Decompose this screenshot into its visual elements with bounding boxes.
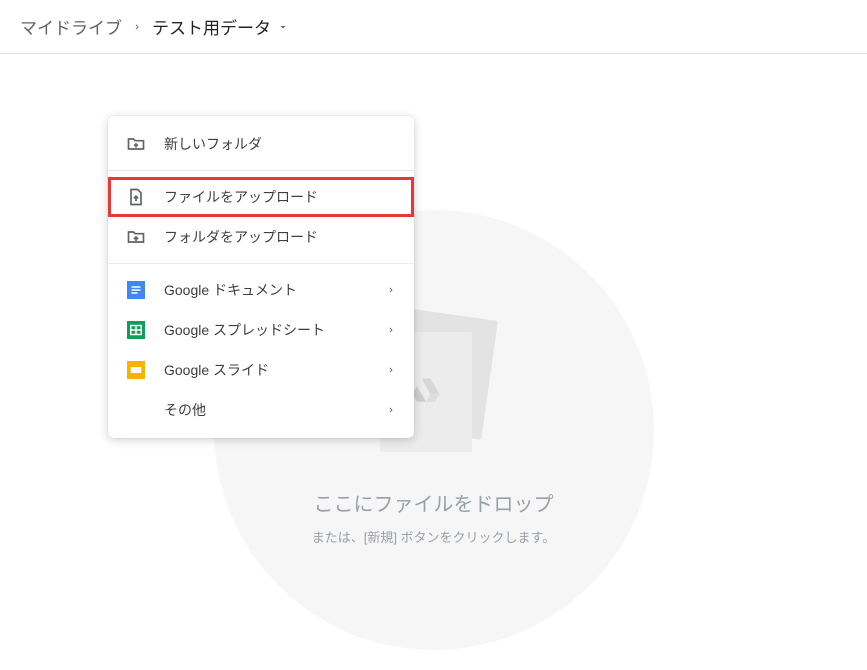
menu-divider [108, 170, 414, 171]
menu-label: Google スプレッドシート [164, 320, 368, 340]
new-folder-icon [126, 134, 146, 154]
chevron-right-icon [132, 22, 142, 32]
chevron-right-icon [386, 405, 396, 415]
chevron-right-icon [386, 285, 396, 295]
drop-subtitle: または、[新規] ボタンをクリックします。 [312, 527, 556, 546]
menu-more[interactable]: その他 [108, 390, 414, 430]
chevron-right-icon [386, 365, 396, 375]
menu-label: その他 [164, 400, 368, 420]
menu-google-slides[interactable]: Google スライド [108, 350, 414, 390]
menu-google-docs[interactable]: Google ドキュメント [108, 270, 414, 310]
google-docs-icon [126, 280, 146, 300]
menu-label: Google ドキュメント [164, 280, 368, 300]
menu-folder-upload[interactable]: フォルダをアップロード [108, 217, 414, 257]
breadcrumb-current[interactable]: テスト用データ [152, 14, 289, 39]
breadcrumb: マイドライブ テスト用データ [0, 0, 867, 54]
menu-google-sheets[interactable]: Google スプレッドシート [108, 310, 414, 350]
caret-down-icon [277, 21, 289, 33]
google-sheets-icon [126, 320, 146, 340]
file-upload-icon [126, 187, 146, 207]
menu-label: 新しいフォルダ [164, 134, 396, 154]
breadcrumb-current-label: テスト用データ [152, 14, 271, 39]
menu-new-folder[interactable]: 新しいフォルダ [108, 124, 414, 164]
menu-label: フォルダをアップロード [164, 227, 396, 247]
drop-title: ここにファイルをドロップ [314, 488, 554, 517]
folder-upload-icon [126, 227, 146, 247]
menu-label: Google スライド [164, 360, 368, 380]
menu-label: ファイルをアップロード [164, 187, 396, 207]
breadcrumb-root[interactable]: マイドライブ [20, 14, 122, 39]
menu-file-upload[interactable]: ファイルをアップロード [108, 177, 414, 217]
context-menu: 新しいフォルダ ファイルをアップロード フォルダをアップロード Google ド… [108, 116, 414, 438]
google-slides-icon [126, 360, 146, 380]
menu-divider [108, 263, 414, 264]
chevron-right-icon [386, 325, 396, 335]
